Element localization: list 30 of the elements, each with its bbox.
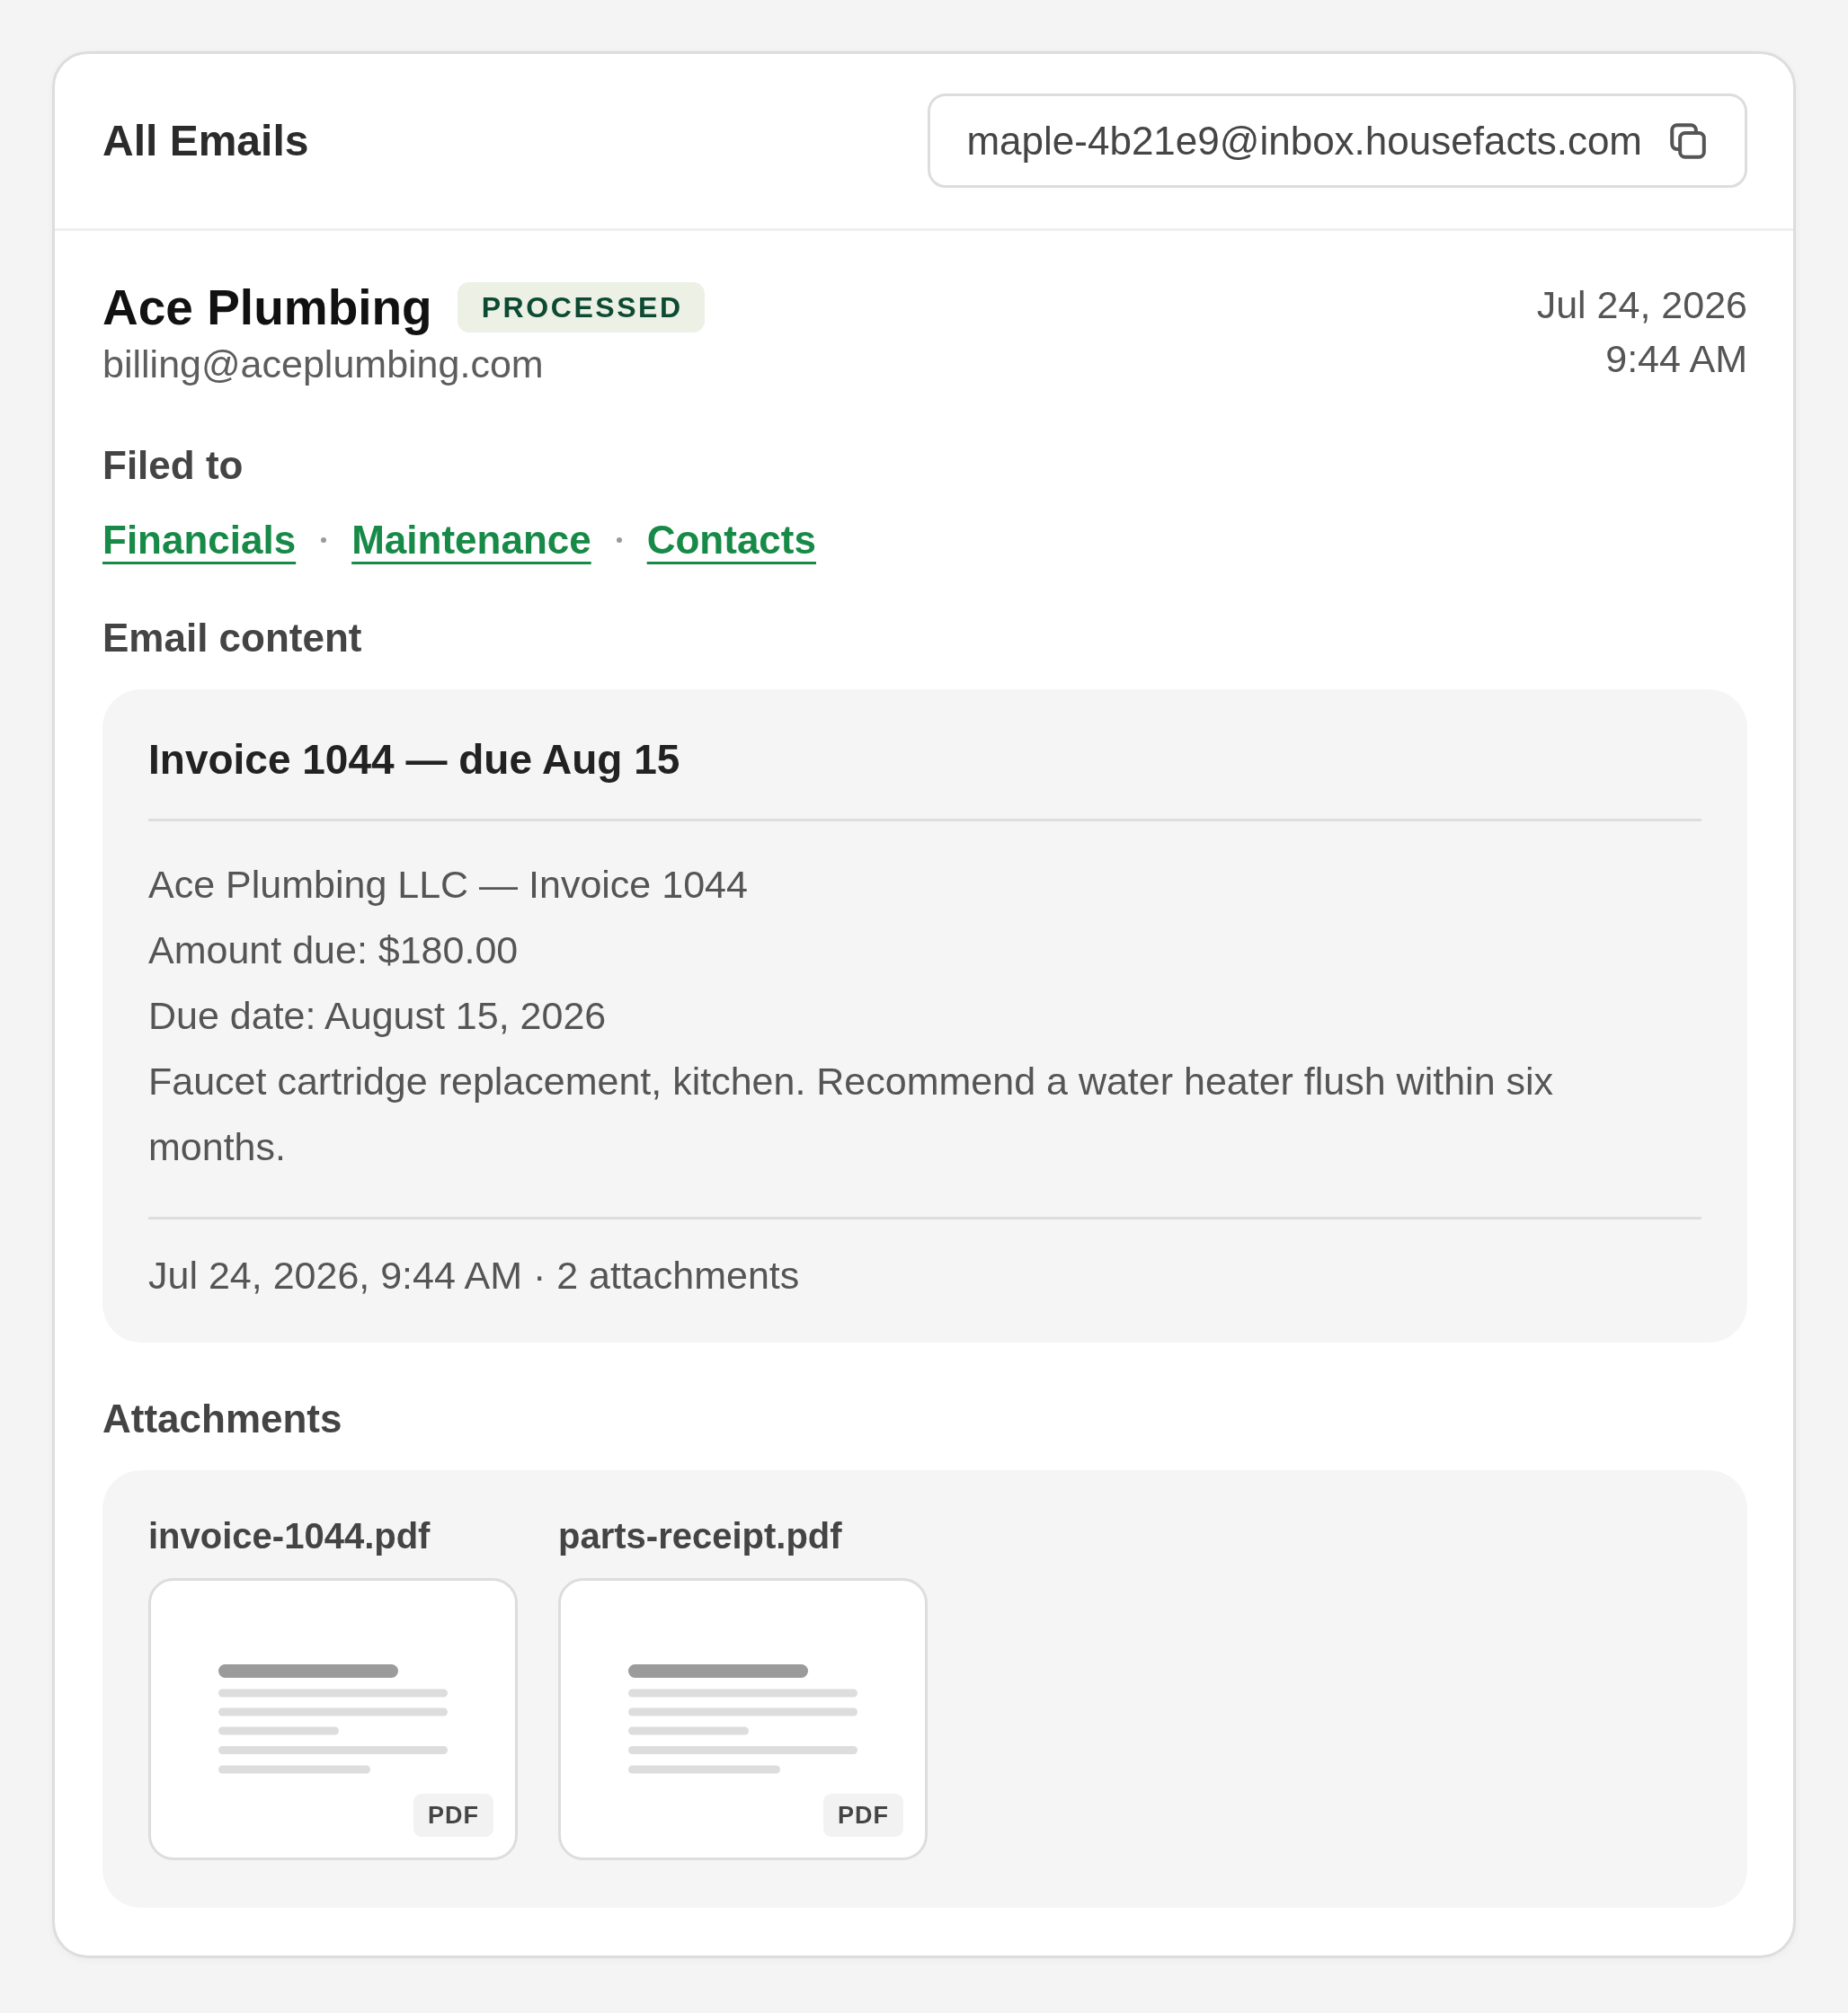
attachment-preview[interactable]: PDF xyxy=(148,1578,518,1860)
page-title: All Emails xyxy=(102,115,309,166)
category-link[interactable]: Contacts xyxy=(646,510,816,570)
document-lines-icon xyxy=(218,1664,448,1774)
category-link[interactable]: Maintenance xyxy=(351,510,591,570)
sender-email: billing@aceplumbing.com xyxy=(102,341,545,387)
received-date: Jul 24, 2026 xyxy=(1536,282,1747,328)
separator-dot-icon xyxy=(321,537,327,543)
file-type-badge: PDF xyxy=(413,1794,493,1837)
copy-icon xyxy=(1670,122,1706,159)
separator-dot-icon xyxy=(616,537,622,543)
status-badge: PROCESSED xyxy=(457,282,705,333)
section-heading: Filed to xyxy=(102,442,244,489)
document-lines-icon xyxy=(628,1664,857,1774)
body-paragraph: Faucet cartridge replacement, kitchen. Recommend a water heater flush within six months. xyxy=(148,1059,1555,1170)
body-paragraph: Due date: August 15, 2026 xyxy=(148,993,608,1039)
body-paragraph: Amount due: $180.00 xyxy=(148,927,520,973)
address-copy-button[interactable]: maple-4b21e9@inbox.housefacts.com xyxy=(928,93,1747,188)
email-meta: Jul 24, 2026, 9:44 AM · 2 attachments xyxy=(148,1253,801,1299)
attachment-preview[interactable]: PDF xyxy=(558,1578,928,1860)
attachment-name: invoice-1044.pdf xyxy=(148,1515,431,1557)
email-subject: Invoice 1044 — due Aug 15 xyxy=(148,735,681,785)
category-link[interactable]: Financials xyxy=(102,510,297,570)
section-heading: Attachments xyxy=(102,1396,343,1442)
attachment-name: parts-receipt.pdf xyxy=(558,1515,842,1557)
section-heading: Email content xyxy=(102,615,363,661)
body-paragraph: Ace Plumbing LLC — Invoice 1044 xyxy=(148,862,749,908)
file-type-badge: PDF xyxy=(823,1794,903,1837)
sender-name: Ace Plumbing xyxy=(102,279,432,337)
received-time: 9:44 AM xyxy=(1604,336,1747,382)
